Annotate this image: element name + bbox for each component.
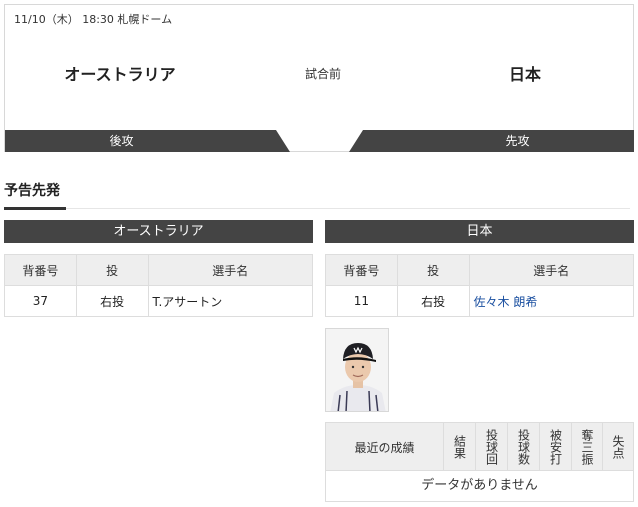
stats-header-strikeouts: 奪三振	[571, 423, 602, 471]
recent-stats-table: 最近の成績 結果 投球回 投球数 被安打 奪三振 失点 データがありません	[325, 422, 634, 502]
stats-empty-message: データがありません	[421, 478, 538, 493]
column-name: 選手名	[468, 254, 635, 286]
away-pitcher-table: 背番号 投 選手名 37 右投 T.アサートン	[4, 254, 314, 317]
column-throws: 投	[396, 254, 470, 286]
player-portrait-icon	[326, 329, 388, 411]
stats-header-innings: 投球回	[475, 423, 507, 471]
column-number: 背番号	[325, 254, 398, 286]
stats-header-row: 最近の成績 結果 投球回 投球数 被安打 奪三振 失点	[326, 423, 633, 471]
section-title: 予告先発	[4, 183, 60, 199]
column-number: 背番号	[4, 254, 77, 286]
game-status: 試合前	[304, 67, 341, 81]
away-team-header: オーストラリア	[4, 220, 313, 243]
home-team-name[interactable]: 日本	[405, 61, 638, 85]
stats-header-runs: 失点	[602, 423, 633, 471]
stats-header-result: 結果	[443, 423, 475, 471]
table-row: 37 右投 T.アサートン	[4, 285, 314, 317]
section-divider	[4, 208, 630, 209]
pitcher-number: 11	[325, 285, 398, 317]
table-row: 11 右投 佐々木 朗希	[325, 285, 635, 317]
match-info: 11/10（木） 18:30 札幌ドーム	[14, 13, 173, 26]
section-accent	[4, 207, 66, 210]
stats-header-pitches: 投球数	[507, 423, 539, 471]
pitcher-photo	[325, 328, 389, 412]
stats-header-recent: 最近の成績	[354, 440, 415, 455]
pitcher-name: T.アサートン	[147, 285, 314, 317]
table-header-row: 背番号 投 選手名	[325, 254, 635, 286]
column-throws: 投	[75, 254, 149, 286]
pitcher-number: 37	[4, 285, 77, 317]
pitcher-throws: 右投	[396, 285, 470, 317]
pitcher-throws: 右投	[75, 285, 149, 317]
away-team-name[interactable]: オーストラリア	[5, 61, 235, 85]
stats-header-hits: 被安打	[539, 423, 571, 471]
home-batting-order: 先攻	[349, 130, 634, 152]
pitcher-name-link[interactable]: 佐々木 朗希	[474, 295, 538, 309]
match-card: 11/10（木） 18:30 札幌ドーム オーストラリア 試合前 日本 後攻 先…	[4, 4, 634, 152]
table-header-row: 背番号 投 選手名	[4, 254, 314, 286]
home-pitcher-table: 背番号 投 選手名 11 右投 佐々木 朗希	[325, 254, 635, 317]
column-name: 選手名	[147, 254, 314, 286]
home-team-header: 日本	[325, 220, 634, 243]
away-batting-order: 後攻	[5, 130, 290, 152]
